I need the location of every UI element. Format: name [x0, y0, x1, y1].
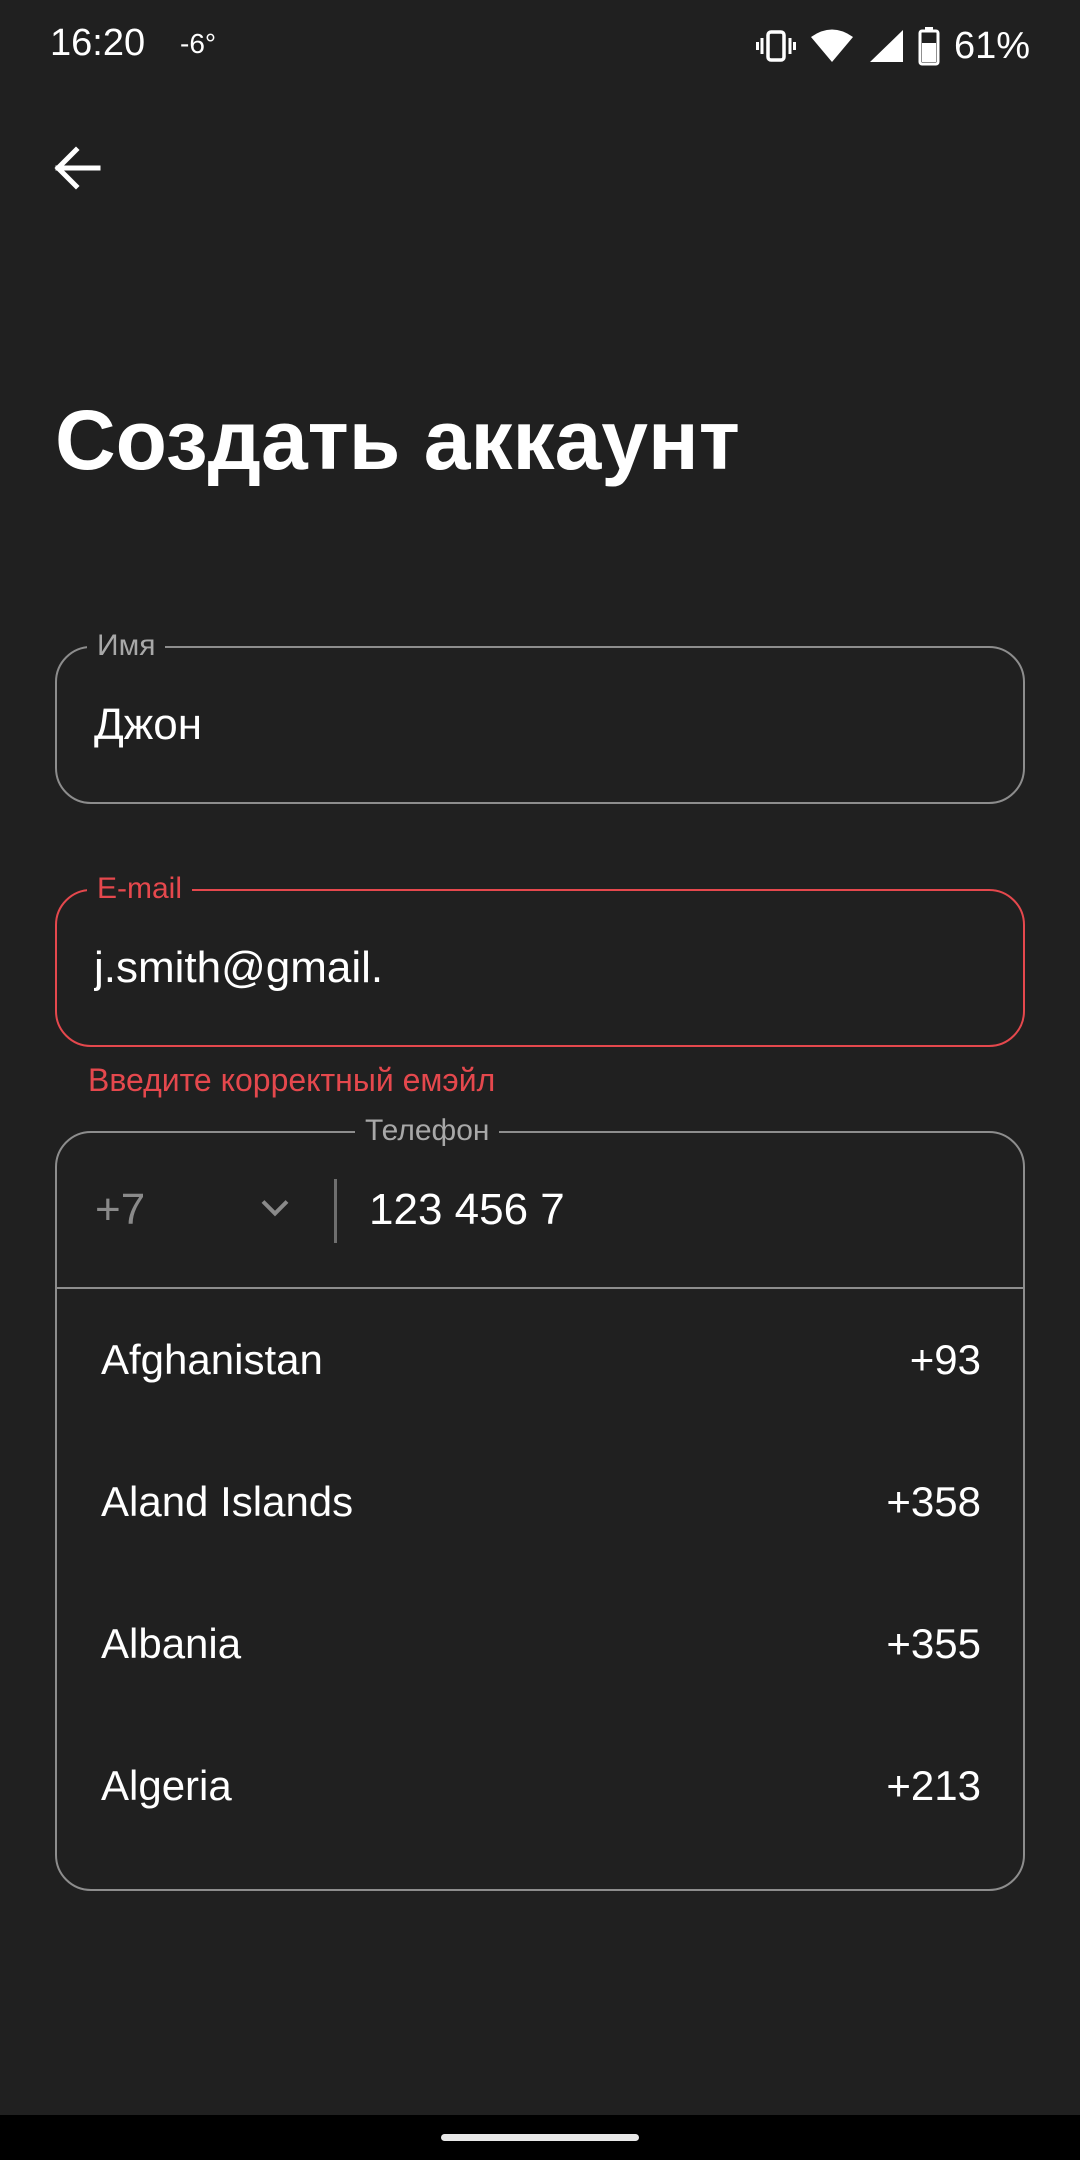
chevron-down-icon	[259, 1198, 291, 1223]
country-code-value: +7	[95, 1185, 146, 1234]
home-indicator[interactable]	[441, 2134, 639, 2141]
signal-icon	[868, 28, 904, 64]
email-error-message: Введите корректный емэйл	[88, 1062, 496, 1098]
country-option-albania[interactable]: Albania +355	[57, 1573, 1023, 1715]
country-name: Albania	[101, 1620, 242, 1667]
status-icons: 61%	[755, 22, 1030, 70]
phone-field: Телефон +7 Afghanistan +93 Aland Islands…	[55, 1114, 1025, 1891]
phone-input[interactable]	[369, 1185, 969, 1235]
email-field[interactable]: E-mail	[55, 872, 1025, 1047]
country-option-aland-islands[interactable]: Aland Islands +358	[57, 1431, 1023, 1573]
country-dial-code: +93	[909, 1336, 981, 1383]
status-temperature: -6°	[180, 28, 217, 59]
country-dial-code: +355	[886, 1620, 981, 1667]
phone-divider	[334, 1179, 337, 1243]
phone-input-row: +7	[57, 1133, 1023, 1289]
country-dropdown-list: Afghanistan +93 Aland Islands +358 Alban…	[57, 1289, 1023, 1857]
status-bar: 16:20 -6° 61%	[0, 0, 1080, 92]
country-name: Algeria	[101, 1762, 232, 1809]
country-dial-code: +358	[886, 1478, 981, 1525]
page-title: Создать аккаунт	[55, 393, 740, 487]
country-option-algeria[interactable]: Algeria +213	[57, 1715, 1023, 1857]
email-input[interactable]	[94, 943, 974, 993]
battery-icon	[918, 26, 940, 66]
arrow-left-icon	[54, 146, 101, 190]
name-input[interactable]	[94, 700, 974, 750]
name-field[interactable]: Имя	[55, 629, 1025, 804]
name-field-label: Имя	[87, 629, 166, 663]
email-field-label: E-mail	[87, 872, 193, 906]
vibrate-icon	[755, 26, 796, 66]
back-button[interactable]	[40, 130, 116, 206]
country-option-afghanistan[interactable]: Afghanistan +93	[57, 1289, 1023, 1431]
navigation-bar	[0, 2115, 1080, 2160]
country-dial-code: +213	[886, 1762, 981, 1809]
status-time: 16:20	[50, 22, 146, 64]
battery-percent: 61%	[953, 24, 1030, 67]
wifi-icon	[810, 28, 854, 64]
country-code-select[interactable]: +7	[57, 1133, 334, 1287]
country-name: Afghanistan	[101, 1336, 323, 1383]
country-name: Aland Islands	[101, 1478, 354, 1525]
